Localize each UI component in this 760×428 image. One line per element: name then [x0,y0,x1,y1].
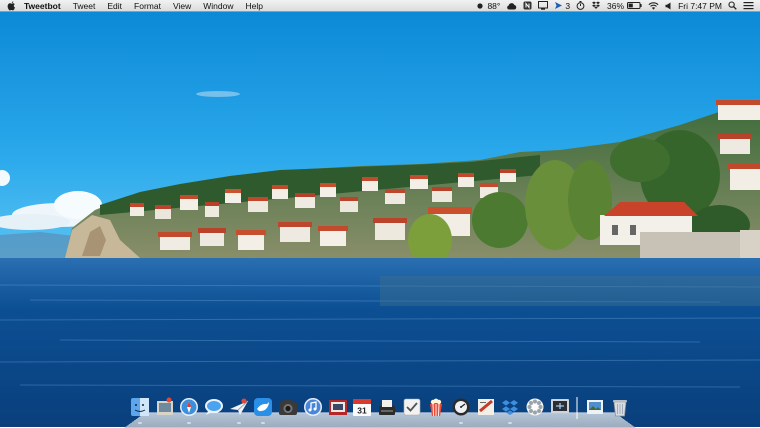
menu-bar: Tweetbot Tweet Edit Format View Window H… [0,0,760,12]
news-icon[interactable] [476,397,496,419]
temperature-text: 88° [487,0,501,11]
running-indicator [187,422,192,424]
tweetbot-icon[interactable] [253,397,273,424]
dock-separator [576,397,579,419]
battery-status[interactable]: 36% [607,0,642,12]
menu-window[interactable]: Window [197,0,239,12]
screen-sharing-icon[interactable] [550,397,570,419]
search-icon[interactable] [728,1,737,10]
calendar-icon[interactable]: 31 [352,397,372,419]
running-indicator [138,422,142,424]
trash-icon[interactable] [610,397,630,419]
wifi-icon[interactable] [648,1,659,10]
tasks-icon[interactable] [402,397,422,419]
photobooth-icon[interactable] [328,397,348,419]
dropbox-menu-icon[interactable] [591,1,601,10]
preview-icon[interactable] [155,397,175,419]
screenshot-camera-icon[interactable] [278,397,298,419]
timer-icon[interactable] [576,1,585,10]
menu-help[interactable]: Help [239,0,268,12]
tweetbot-count: 3 [565,0,571,11]
battery-percent: 36% [607,0,625,11]
running-indicator [508,422,513,424]
sun-icon [476,2,484,10]
running-indicator [458,422,463,424]
running-indicator [261,422,266,424]
running-indicator [236,422,241,424]
volume-icon[interactable] [665,2,672,10]
menu-app-name[interactable]: Tweetbot [22,0,67,12]
safari-icon[interactable] [179,397,199,424]
menubar-clock[interactable]: Fri 7:47 PM [678,0,722,12]
menu-tweet[interactable]: Tweet [67,0,102,12]
menu-edit[interactable]: Edit [101,0,128,12]
evernote-icon[interactable] [523,1,532,10]
notification-center-icon[interactable] [743,1,754,10]
weather-status[interactable]: 88° [476,0,500,12]
tweetbot-menu-icon [554,1,563,10]
menu-format[interactable]: Format [128,0,167,12]
dock: 31 [126,397,634,427]
apple-menu-icon[interactable] [0,0,22,11]
system-prefs-icon[interactable] [525,397,545,419]
display-icon[interactable] [538,1,549,10]
tweetbot-status[interactable]: 3 [554,0,570,12]
photo-folder-icon[interactable] [585,397,605,419]
popcorn-icon[interactable] [426,397,446,419]
menu-view[interactable]: View [167,0,197,12]
dropbox-icon[interactable] [500,397,520,424]
finder-icon[interactable] [130,397,150,424]
messages-icon[interactable] [204,397,224,419]
wallpaper-image [0,0,760,427]
mail-icon[interactable] [229,397,249,424]
desktop-wallpaper [0,0,760,427]
typewriter-icon[interactable] [377,397,397,419]
battery-icon [627,2,642,9]
svg-text:31: 31 [357,406,367,416]
activity-monitor-icon[interactable] [451,397,471,424]
itunes-icon[interactable] [303,397,323,419]
cloud-icon[interactable] [506,2,517,10]
